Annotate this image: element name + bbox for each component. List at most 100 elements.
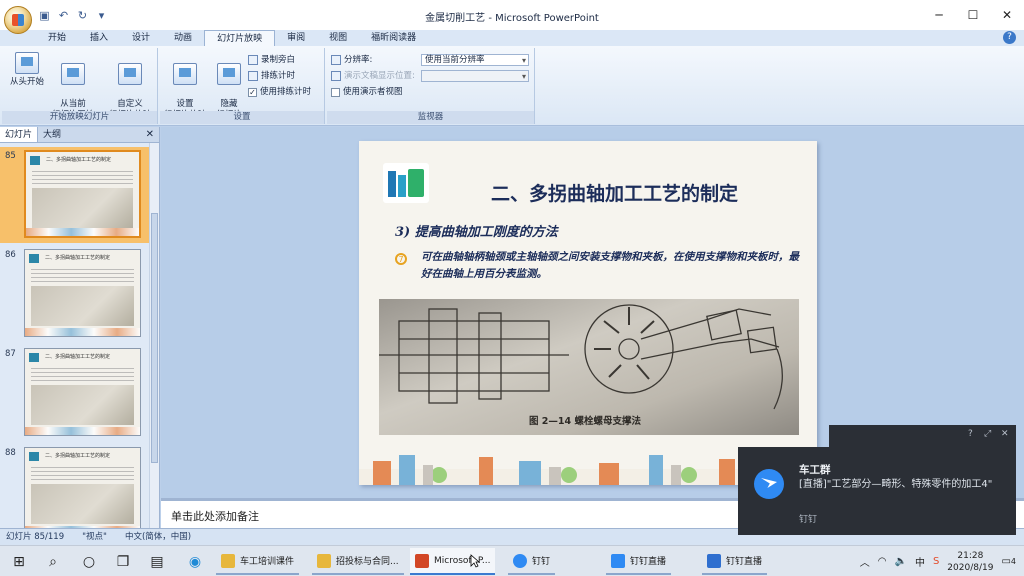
taskbar-app-label: 钉钉 bbox=[532, 557, 551, 567]
powerpoint-icon bbox=[415, 553, 429, 568]
bullet-icon: 7 bbox=[395, 253, 407, 265]
windows-start-icon[interactable]: ⊞ bbox=[8, 551, 30, 573]
tab-outline[interactable]: 大纲 bbox=[38, 127, 66, 142]
notification-count-badge: 4 bbox=[1010, 557, 1016, 566]
crankshaft-photo[interactable]: 图 2—14 螺栓螺母支撑法 bbox=[379, 299, 799, 435]
sogou-icon[interactable]: S bbox=[933, 556, 939, 567]
resolution-row: 分辨率: 使用当前分辨率 bbox=[331, 54, 529, 66]
slide-body-text[interactable]: 可在曲轴轴柄轴颈或主轴轴颈之间安装支撑物和夹板，在使用支撑物和夹板时，最好在曲轴… bbox=[421, 249, 807, 283]
language-indicator: 中文(简体，中国) bbox=[124, 532, 192, 542]
slide-preview: 二、多拐曲轴加工工艺的制定 bbox=[24, 150, 141, 238]
logo-icon bbox=[29, 254, 39, 263]
notification-header: ? ⤢ ✕ bbox=[829, 425, 1016, 447]
system-tray: ︿ ◠ 🔈 中 S 21:28 2020/8/19 ▭ 4 bbox=[860, 546, 1024, 576]
resolution-dropdown[interactable]: 使用当前分辨率 bbox=[421, 54, 529, 66]
hide-slide-icon bbox=[217, 63, 241, 85]
edge-browser-icon[interactable]: ◉ bbox=[184, 551, 206, 573]
task-view-icon[interactable]: ❐ bbox=[112, 551, 134, 573]
taskbar-app-folder-2[interactable]: 招投标与合同... bbox=[312, 548, 404, 575]
microphone-icon bbox=[248, 55, 258, 65]
thumb-title: 二、多拐曲轴加工工艺的制定 bbox=[46, 157, 112, 163]
tab-animations[interactable]: 动画 bbox=[162, 30, 204, 46]
maximize-button[interactable]: ☐ bbox=[956, 0, 990, 30]
logo-icon bbox=[383, 163, 429, 203]
notification-toast[interactable]: 车工群 [直播]"工艺部分—畸形、特殊零件的加工4" 钉钉 bbox=[738, 447, 1016, 535]
slide-thumbnail-86[interactable]: 86 二、多拐曲轴加工工艺的制定 bbox=[0, 246, 150, 342]
from-beginning-label: 从头开始 bbox=[9, 77, 44, 87]
slides-pane-scrollbar[interactable] bbox=[149, 143, 159, 528]
group-setup: 设置 幻灯片放映 隐藏 幻灯片 录制旁白 排练计时 ✓ 使用排练计时 设置 bbox=[160, 48, 325, 124]
show-on-dropdown bbox=[421, 70, 529, 82]
minimize-button[interactable]: ─ bbox=[922, 0, 956, 30]
group-monitors: 分辨率: 使用当前分辨率 演示文稿显示位置: 使用演示者视图 监视器 bbox=[327, 48, 535, 124]
slide-thumbnail-88[interactable]: 88 二、多拐曲轴加工工艺的制定 bbox=[0, 444, 150, 528]
taskbar-app-label: Microsoft P... bbox=[434, 555, 491, 566]
tab-home[interactable]: 开始 bbox=[36, 30, 78, 46]
tab-foxit-reader[interactable]: 福昕阅读器 bbox=[359, 30, 428, 46]
expand-icon[interactable]: ⤢ bbox=[984, 429, 991, 439]
tab-slides[interactable]: 幻灯片 bbox=[0, 127, 39, 142]
taskbar-app-dingtalk-live-2[interactable]: 钉钉直播 bbox=[702, 548, 768, 575]
rehearse-label: 排练计时 bbox=[261, 71, 296, 81]
taskbar: ⊞ ⌕ ○ ❐ ▤ ◉ 车工培训课件 招投标与合同... Microsoft P… bbox=[0, 545, 1024, 576]
use-timings-checkbox[interactable]: ✓ 使用排练计时 bbox=[248, 86, 311, 98]
slide-number: 85 bbox=[5, 151, 16, 161]
group-label-monitors: 监视器 bbox=[327, 111, 534, 124]
record-narration-label: 录制旁白 bbox=[261, 55, 296, 65]
office-button[interactable] bbox=[4, 6, 32, 34]
ribbon-tabs: 开始 插入 设计 动画 幻灯片放映 审阅 视图 福昕阅读器 bbox=[0, 30, 1024, 46]
ribbon: 从头开始 从当前 幻灯片开始 自定义 幻灯片放映 开始放映幻灯片 设置 幻灯片放… bbox=[0, 46, 1024, 126]
help-icon[interactable]: ? bbox=[1003, 31, 1016, 44]
clock[interactable]: 21:28 2020/8/19 bbox=[947, 550, 993, 574]
title-bar: ▣ ↶ ↻ ▾ 金属切削工艺 - Microsoft PowerPoint ─ … bbox=[0, 0, 1024, 34]
slide-preview: 二、多拐曲轴加工工艺的制定 bbox=[24, 447, 141, 528]
tab-design[interactable]: 设计 bbox=[120, 30, 162, 46]
tab-insert[interactable]: 插入 bbox=[78, 30, 120, 46]
show-hidden-icons-icon[interactable]: ︿ bbox=[860, 554, 870, 569]
from-beginning-button[interactable]: 从头开始 bbox=[4, 52, 50, 88]
slide-thumbnail-87[interactable]: 87 二、多拐曲轴加工工艺的制定 bbox=[0, 345, 150, 441]
checkbox-checked-icon: ✓ bbox=[248, 87, 257, 97]
slide-subtitle[interactable]: 3) 提高曲轴加工刚度的方法 bbox=[395, 221, 558, 240]
close-pane-icon[interactable]: ✕ bbox=[146, 127, 154, 143]
input-method-indicator[interactable]: 中 bbox=[915, 554, 925, 569]
slide-number: 88 bbox=[5, 448, 16, 458]
toast-source: 钉钉 bbox=[799, 515, 818, 525]
tab-review[interactable]: 审阅 bbox=[275, 30, 317, 46]
slide-counter: 幻灯片 85/119 bbox=[6, 532, 65, 542]
search-icon[interactable]: ⌕ bbox=[42, 551, 64, 573]
close-icon[interactable]: ✕ bbox=[1001, 429, 1009, 439]
play-from-start-icon bbox=[15, 52, 39, 74]
file-explorer-icon[interactable]: ▤ bbox=[146, 551, 168, 573]
photo-caption: 图 2—14 螺栓螺母支撑法 bbox=[529, 416, 641, 427]
scrollbar-thumb[interactable] bbox=[151, 213, 158, 463]
tab-slide-show[interactable]: 幻灯片放映 bbox=[204, 30, 276, 46]
tab-view[interactable]: 视图 bbox=[317, 30, 359, 46]
group-label-start: 开始放映幻灯片 bbox=[2, 111, 157, 124]
slide-title[interactable]: 二、多拐曲轴加工工艺的制定 bbox=[491, 179, 738, 206]
checkbox-unchecked-icon bbox=[331, 87, 340, 97]
taskbar-app-folder-1[interactable]: 车工培训课件 bbox=[216, 548, 300, 575]
notes-placeholder: 单击此处添加备注 bbox=[171, 510, 259, 523]
slide-thumbnail-85[interactable]: 85 二、多拐曲轴加工工艺的制定 bbox=[0, 147, 150, 243]
close-button[interactable]: ✕ bbox=[990, 0, 1024, 30]
cortana-icon[interactable]: ○ bbox=[78, 551, 100, 573]
taskbar-app-powerpoint[interactable]: Microsoft P... bbox=[410, 548, 496, 575]
slides-pane: 幻灯片 大纲 ✕ 85 二、多拐曲轴加工工艺的制定 86 二、多拐曲轴加工工艺的… bbox=[0, 127, 160, 528]
presenter-view-checkbox[interactable]: 使用演示者视图 bbox=[331, 86, 403, 98]
clock-icon bbox=[248, 71, 258, 81]
show-on-row: 演示文稿显示位置: bbox=[331, 70, 529, 82]
network-icon[interactable]: ◠ bbox=[878, 556, 887, 567]
volume-icon[interactable]: 🔈 bbox=[894, 556, 906, 567]
current-slide[interactable]: 二、多拐曲轴加工工艺的制定 3) 提高曲轴加工刚度的方法 7 可在曲轴轴柄轴颈或… bbox=[359, 141, 817, 485]
thumb-title: 二、多拐曲轴加工工艺的制定 bbox=[45, 255, 111, 261]
thumbnail-list: 85 二、多拐曲轴加工工艺的制定 86 二、多拐曲轴加工工艺的制定 87 二、多… bbox=[0, 143, 150, 528]
taskbar-app-dingtalk-live[interactable]: 钉钉直播 bbox=[606, 548, 672, 575]
record-narration-button[interactable]: 录制旁白 bbox=[248, 54, 295, 66]
help-icon[interactable]: ? bbox=[968, 429, 973, 439]
taskbar-app-label: 钉钉直播 bbox=[630, 557, 667, 567]
action-center-icon[interactable]: ▭ bbox=[1001, 556, 1010, 567]
taskbar-app-dingtalk[interactable]: 钉钉 bbox=[508, 548, 556, 575]
taskbar-app-label: 车工培训课件 bbox=[240, 557, 295, 567]
rehearse-timings-button[interactable]: 排练计时 bbox=[248, 70, 295, 82]
